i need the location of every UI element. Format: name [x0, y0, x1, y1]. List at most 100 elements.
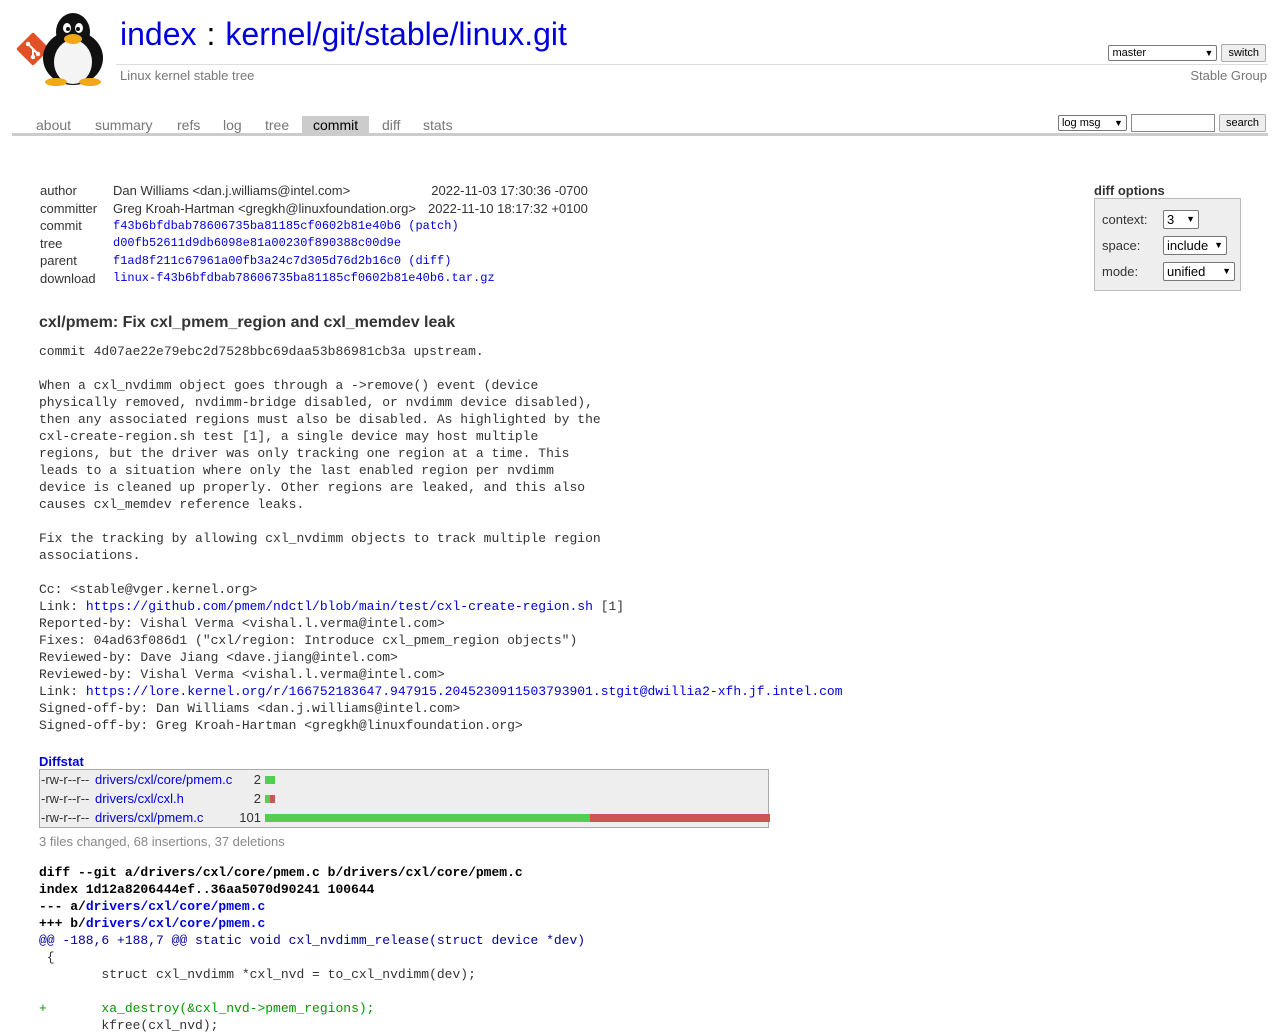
- parent-diff-link[interactable]: diff: [415, 254, 444, 268]
- tree-hash-link[interactable]: d00fb52611d9db6098e81a00230f890388c00d9e: [113, 236, 401, 250]
- context-label: context:: [1102, 211, 1148, 227]
- page-title: index: kernel/git/stable/linux.git: [120, 16, 567, 53]
- chevron-down-icon: ▼: [1204, 48, 1214, 58]
- message-line: Link: https://github.com/pmem/ndctl/blob…: [39, 598, 843, 615]
- patch-link[interactable]: patch: [415, 219, 451, 233]
- diffstat-title[interactable]: Diffstat: [39, 754, 84, 769]
- tab-commit[interactable]: commit: [302, 116, 370, 134]
- file-path-link-text[interactable]: drivers/cxl/core/pmem.c: [95, 772, 232, 787]
- diff-index-line: index 1d12a8206444ef..36aa5070d90241 100…: [39, 882, 375, 897]
- space-select[interactable]: include ▼: [1163, 235, 1227, 255]
- diff-context-line: {: [39, 950, 55, 965]
- search-scope-select[interactable]: log msg ▼: [1057, 115, 1127, 131]
- message-line: Signed-off-by: Greg Kroah-Hartman <gregk…: [39, 717, 843, 734]
- diff-hunk-header: @@ -188,6 +188,7 @@ static void cxl_nvdi…: [39, 933, 586, 948]
- author-row: author Dan Williams <dan.j.williams@inte…: [34, 182, 594, 200]
- file-mode: -rw-r--r--: [41, 772, 90, 787]
- chevron-down-icon: ▼: [1222, 266, 1231, 276]
- mode-select[interactable]: unified ▼: [1163, 261, 1235, 281]
- search-scope-value: log msg: [1061, 117, 1101, 129]
- branch-select[interactable]: master ▼: [1108, 45, 1218, 61]
- tab-refs[interactable]: refs: [166, 116, 211, 134]
- author-value: Dan Williams <dan.j.williams@intel.com>: [113, 183, 351, 199]
- message-line-text: causes cxl_memdev reference leaks.: [39, 497, 305, 512]
- message-line: regions, but the driver was only trackin…: [39, 445, 843, 462]
- search-form: log msg ▼ search: [1057, 114, 1266, 132]
- search-input[interactable]: [1130, 114, 1215, 132]
- tab-stats[interactable]: stats: [412, 116, 464, 134]
- message-line: [39, 513, 843, 530]
- file-path-link-text[interactable]: drivers/cxl/pmem.c: [95, 810, 203, 825]
- tree-value: d00fb52611d9db6098e81a00230f890388c00d9e: [107, 235, 594, 253]
- download-tarball-link[interactable]: linux-f43b6bfdbab78606735ba81185cf0602b8…: [113, 271, 495, 285]
- change-bar: [265, 814, 770, 822]
- mode-option: mode: unified ▼: [1102, 261, 1235, 281]
- author-date: 2022-11-03 17:30:36 -0700: [431, 183, 588, 199]
- message-line: Fix the tracking by allowing cxl_nvdimm …: [39, 530, 843, 547]
- header: index: kernel/git/stable/linux.git Linux …: [0, 0, 1280, 100]
- message-link[interactable]: https://github.com/pmem/ndctl/blob/main/…: [86, 599, 593, 614]
- tab-about[interactable]: about: [25, 116, 82, 134]
- parent-hash-link[interactable]: f1ad8f211c67961a00fb3a24c7d305d76d2b16c0: [113, 254, 401, 268]
- tab-tree[interactable]: tree: [254, 116, 300, 134]
- tab-diff[interactable]: diff: [371, 116, 411, 134]
- insertions-bar: [265, 776, 275, 784]
- tab-log[interactable]: log: [212, 116, 253, 134]
- diff-view: diff --git a/drivers/cxl/core/pmem.c b/d…: [39, 864, 585, 1034]
- message-line-text: Fix the tracking by allowing cxl_nvdimm …: [39, 531, 601, 546]
- chevron-down-icon: ▼: [1186, 214, 1195, 224]
- context-select[interactable]: 3 ▼: [1163, 209, 1199, 229]
- diff-context-line: struct cxl_nvdimm *cxl_nvd = to_cxl_nvdi…: [39, 967, 476, 982]
- commit-hash-link[interactable]: f43b6bfdbab78606735ba81185cf0602b81e40b6: [113, 219, 401, 233]
- file-change-count: 101: [239, 810, 261, 825]
- author-label: author: [40, 183, 77, 199]
- space-option: space: include ▼: [1102, 235, 1227, 255]
- download-label: download: [40, 270, 96, 286]
- diff-new-file-link[interactable]: drivers/cxl/core/pmem.c: [86, 916, 265, 931]
- message-link[interactable]: https://lore.kernel.org/r/166752183647.9…: [86, 684, 843, 699]
- repo-path-link[interactable]: kernel/git/stable/linux.git: [225, 16, 567, 52]
- message-line-text: Signed-off-by: Dan Williams <dan.j.willi…: [39, 701, 461, 716]
- message-line: Link: https://lore.kernel.org/r/16675218…: [39, 683, 843, 700]
- diff-context-line: [39, 983, 585, 1000]
- deletions-bar: [590, 814, 770, 822]
- message-line: Reviewed-by: Vishal Verma <vishal.l.verm…: [39, 666, 843, 683]
- message-line-text: Signed-off-by: Greg Kroah-Hartman <gregk…: [39, 718, 523, 733]
- search-button[interactable]: search: [1218, 114, 1266, 132]
- diff-old-file-link[interactable]: drivers/cxl/core/pmem.c: [86, 899, 265, 914]
- file-path-link[interactable]: drivers/cxl/pmem.c: [95, 810, 203, 825]
- message-line: leads to a situation where only the last…: [39, 462, 843, 479]
- message-line-text: Reviewed-by: Vishal Verma <vishal.l.verm…: [39, 667, 445, 682]
- context-option: context: 3 ▼: [1102, 209, 1199, 229]
- message-line-text: associations.: [39, 548, 141, 563]
- file-path-link[interactable]: drivers/cxl/cxl.h: [95, 791, 184, 806]
- file-path-link[interactable]: drivers/cxl/core/pmem.c: [95, 772, 232, 787]
- parent-row: parent f1ad8f211c67961a00fb3a24c7d305d76…: [34, 252, 594, 270]
- message-link-suffix: [1]: [592, 599, 625, 614]
- commit-info-table: author Dan Williams <dan.j.williams@inte…: [34, 182, 594, 287]
- message-line-text: then any associated regions must also be…: [39, 412, 601, 427]
- diff-minus-file-line: --- a/drivers/cxl/core/pmem.c: [39, 898, 585, 915]
- chevron-down-icon: ▼: [1214, 240, 1223, 250]
- index-link[interactable]: index: [120, 16, 197, 52]
- diff-plus-file-line: +++ b/drivers/cxl/core/pmem.c: [39, 915, 585, 932]
- message-line: Reviewed-by: Dave Jiang <dave.jiang@inte…: [39, 649, 843, 666]
- message-line: associations.: [39, 547, 843, 564]
- diff-options-title: diff options: [1094, 183, 1165, 198]
- diff-options-panel: context: 3 ▼ space: include ▼ mode: unif…: [1094, 198, 1241, 291]
- tab-summary[interactable]: summary: [84, 116, 164, 134]
- diff-git-header: diff --git a/drivers/cxl/core/pmem.c b/d…: [39, 865, 523, 880]
- message-line-text: Reported-by: Vishal Verma <vishal.l.verm…: [39, 616, 445, 631]
- diff-lines: { struct cxl_nvdimm *cxl_nvd = to_cxl_nv…: [39, 949, 585, 1034]
- commit-value: f43b6bfdbab78606735ba81185cf0602b81e40b6…: [113, 218, 459, 233]
- committer-value: Greg Kroah-Hartman <gregkh@linuxfoundati…: [113, 200, 416, 216]
- branch-switch-form: master ▼ switch: [1108, 44, 1266, 62]
- parent-label: parent: [40, 253, 77, 269]
- message-line: [39, 360, 843, 377]
- message-line: device is cleaned up properly. Other reg…: [39, 479, 843, 496]
- switch-button[interactable]: switch: [1221, 44, 1266, 62]
- diffstat-row: -rw-r--r-- drivers/cxl/cxl.h 2: [40, 789, 768, 808]
- file-path-link-text[interactable]: drivers/cxl/cxl.h: [95, 791, 184, 806]
- message-line-text: Reviewed-by: Dave Jiang <dave.jiang@inte…: [39, 650, 398, 665]
- diff-minus-prefix: --- a/: [39, 899, 86, 914]
